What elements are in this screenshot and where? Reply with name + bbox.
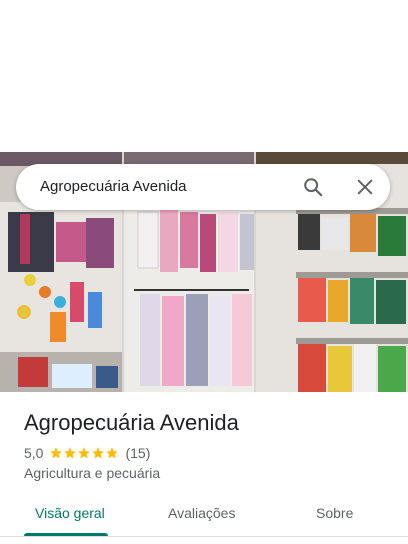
tab-reviews[interactable]: Avaliações	[168, 505, 235, 521]
star-icon	[78, 447, 91, 459]
search-icon[interactable]	[302, 176, 324, 198]
star-icon	[92, 447, 105, 459]
search-bar[interactable]: Agropecuária Avenida	[16, 164, 390, 210]
rating-row[interactable]: 5,0 (15)	[24, 444, 150, 462]
star-icon	[50, 447, 63, 459]
tab-overview[interactable]: Visão geral	[35, 505, 105, 521]
review-count[interactable]: (15)	[125, 445, 150, 461]
star-icon	[64, 447, 77, 459]
place-title: Agropecuária Avenida	[24, 410, 239, 435]
tab-bar: Visão geral Avaliações Sobre	[0, 496, 408, 537]
tab-about[interactable]: Sobre	[316, 505, 353, 521]
star-rating	[49, 446, 119, 460]
star-icon	[106, 447, 119, 459]
close-icon[interactable]	[356, 178, 374, 196]
search-input[interactable]: Agropecuária Avenida	[40, 178, 187, 195]
divider	[0, 536, 408, 537]
place-category: Agricultura e pecuária	[24, 465, 161, 481]
rating-value: 5,0	[24, 445, 44, 461]
